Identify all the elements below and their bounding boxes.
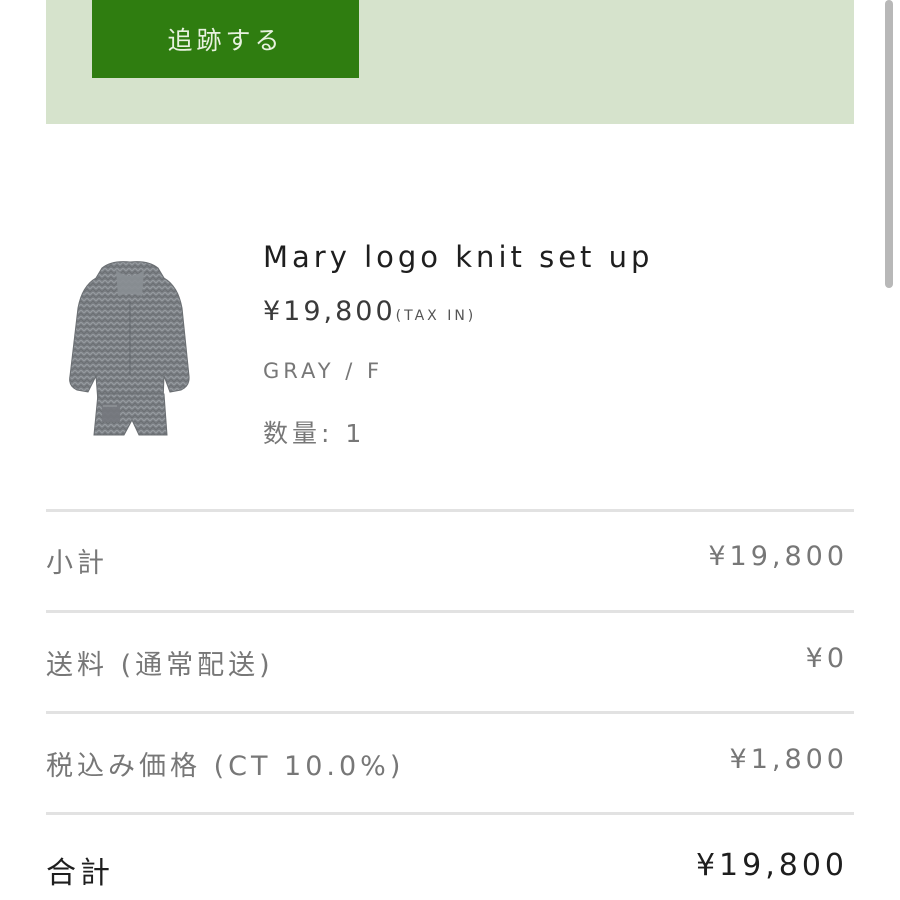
- total-value: ¥19,800: [695, 848, 848, 883]
- track-order-button[interactable]: 追跡する: [92, 0, 359, 78]
- summary-divider: [46, 812, 854, 815]
- shipping-value: ¥0: [805, 643, 848, 674]
- scrollbar[interactable]: [885, 0, 893, 288]
- price-value: ¥19,800: [263, 296, 396, 327]
- shipping-label: 送料 (通常配送): [46, 650, 274, 681]
- order-summary-page: 追跡する Mary logo knit set up ¥19,800(TAX I…: [0, 0, 900, 900]
- product-variant: GRAY / F: [263, 359, 384, 383]
- tax-price-label: 税込み価格 (CT 10.0%): [46, 751, 405, 782]
- summary-divider: [46, 509, 854, 512]
- gray-knit-set-image: [69, 261, 190, 436]
- product-name[interactable]: Mary logo knit set up: [263, 240, 653, 274]
- total-label: 合計: [46, 856, 114, 891]
- tax-price-value: ¥1,800: [729, 744, 848, 775]
- tax-note: (TAX IN): [395, 308, 477, 324]
- tracking-banner: 追跡する: [46, 0, 854, 124]
- product-quantity: 数量: 1: [263, 419, 366, 448]
- subtotal-label: 小計: [46, 548, 108, 579]
- summary-divider: [46, 610, 854, 613]
- subtotal-value: ¥19,800: [708, 541, 848, 572]
- product-price: ¥19,800(TAX IN): [263, 296, 476, 327]
- summary-divider: [46, 711, 854, 714]
- product-image: [60, 250, 200, 440]
